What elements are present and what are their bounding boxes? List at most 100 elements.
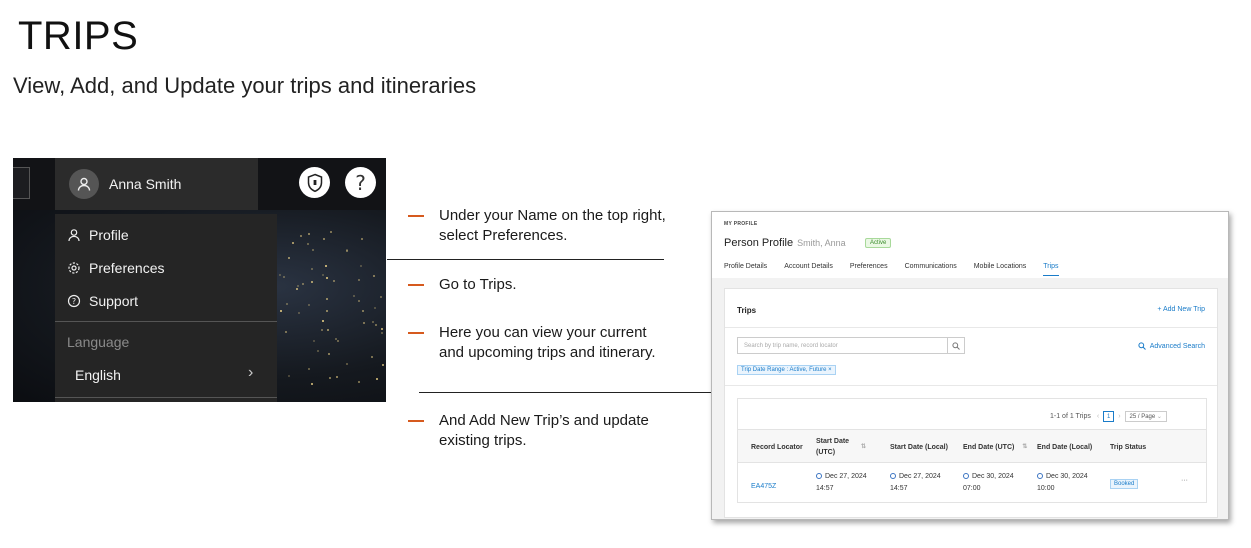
menu-item-profile[interactable]: Profile (67, 227, 129, 243)
prev-page-icon[interactable]: ‹ (1097, 413, 1099, 420)
trip-status-cell: Booked (1110, 478, 1139, 490)
city-light (285, 330, 288, 333)
city-light (380, 332, 383, 334)
step-text: Go to Trips. (439, 276, 517, 293)
start-utc-cell: Dec 27, 2024 14:57 (816, 471, 867, 495)
user-button[interactable]: Anna Smith (55, 158, 258, 210)
step-1: Under your Name on the top right, select… (408, 206, 668, 246)
cell-time: 14:57 (890, 485, 908, 492)
column-header-label: Start Date (UTC) (816, 438, 850, 456)
next-page-icon[interactable]: › (1118, 413, 1120, 420)
cell-date: Dec 27, 2024 (899, 473, 941, 480)
trips-screenshot: MY PROFILE Person Profile Smith, Anna Act… (711, 211, 1229, 520)
status-badge: Booked (1110, 479, 1139, 489)
record-locator-link[interactable]: EA475Z (751, 481, 776, 493)
menu-item-label: Profile (89, 227, 129, 243)
column-header[interactable]: End Date (UTC) ⇅ (963, 430, 1033, 464)
clock-icon (1037, 473, 1043, 479)
start-local-cell: Dec 27, 2024 14:57 (890, 471, 941, 495)
column-header[interactable]: Record Locator (751, 430, 811, 464)
pagination: 1-1 of 1 Trips ‹ 1 › 25 / Page ⌄ (1050, 411, 1167, 422)
step-text: Under your Name on the top right, select… (439, 207, 666, 244)
end-local-cell: Dec 30, 2024 10:00 (1037, 471, 1088, 495)
city-light (381, 364, 384, 367)
city-light (357, 300, 360, 303)
city-light (362, 321, 365, 324)
search-box-edge[interactable] (13, 167, 30, 199)
step-3: Here you can view your current and upcom… (408, 323, 668, 363)
city-light (374, 323, 377, 326)
city-light (326, 309, 329, 312)
column-header[interactable]: Start Date (UTC) ⇅ (816, 430, 866, 464)
dash-marker (408, 284, 424, 286)
step-2: Go to Trips. (408, 275, 668, 295)
more-actions-icon[interactable]: ··· (1181, 475, 1188, 487)
step-text: Here you can view your current and upcom… (439, 324, 656, 361)
sort-icon[interactable]: ⇅ (861, 442, 866, 453)
city-light (325, 277, 328, 280)
language-select[interactable]: English (75, 367, 121, 383)
city-light (329, 231, 332, 234)
city-light (322, 274, 325, 277)
menu-item-preferences[interactable]: Preferences (67, 260, 164, 276)
trips-card: Trips + Add New Trip Search by trip name… (724, 288, 1218, 518)
section-label: MY PROFILE (724, 221, 758, 227)
city-light (380, 327, 383, 330)
menu-divider (55, 321, 277, 322)
trips-table: 1-1 of 1 Trips ‹ 1 › 25 / Page ⌄ Record … (737, 398, 1207, 503)
trip-search-input[interactable]: Search by trip name, record locator (737, 337, 965, 354)
chevron-down-icon: ⌄ (1156, 414, 1162, 420)
city-light (333, 279, 336, 282)
city-light (362, 309, 365, 312)
city-light (310, 383, 313, 386)
per-page-value: 25 / Page (1129, 414, 1156, 420)
sort-icon[interactable]: ⇅ (1022, 442, 1027, 453)
city-light (297, 285, 300, 288)
search-icon[interactable] (947, 338, 964, 353)
tab-account-details[interactable]: Account Details (784, 263, 833, 276)
city-light (328, 353, 331, 355)
column-header[interactable]: Trip Status (1110, 430, 1170, 464)
city-light (371, 356, 374, 359)
advanced-search-label: Advanced Search (1149, 342, 1205, 350)
step-text: And Add New Trip’s and update existing t… (439, 412, 649, 449)
city-light (334, 337, 337, 340)
city-light (295, 288, 298, 291)
cell-time: 07:00 (963, 485, 981, 492)
shield-icon[interactable] (299, 167, 330, 198)
city-light (301, 283, 304, 285)
column-header[interactable]: Start Date (Local) (890, 430, 960, 464)
tab-preferences[interactable]: Preferences (850, 263, 888, 276)
city-light (353, 295, 356, 297)
filter-chip[interactable]: Trip Date Range : Active, Future × (737, 365, 836, 375)
page-number[interactable]: 1 (1103, 411, 1115, 422)
help-icon[interactable]: ? (345, 167, 376, 198)
city-light (371, 321, 374, 324)
tab-profile-details[interactable]: Profile Details (724, 263, 767, 276)
page-subtitle: View, Add, and Update your trips and iti… (13, 73, 477, 98)
column-header[interactable]: End Date (Local) (1037, 430, 1107, 464)
add-new-trip-link[interactable]: + Add New Trip (1157, 306, 1205, 313)
person-name: Smith, Anna (797, 238, 846, 248)
advanced-search-link[interactable]: Advanced Search (1138, 342, 1205, 350)
city-light (308, 367, 311, 370)
city-light (311, 248, 314, 251)
city-light (345, 363, 348, 366)
tab-communications[interactable]: Communications (905, 263, 957, 276)
city-light (336, 340, 339, 343)
language-label: Language (67, 334, 130, 350)
search-placeholder: Search by trip name, record locator (744, 342, 838, 349)
tab-mobile-locations[interactable]: Mobile Locations (974, 263, 1027, 276)
city-light (336, 375, 339, 378)
city-light (286, 302, 289, 305)
chevron-right-icon: › (248, 364, 254, 381)
cell-date: Dec 30, 2024 (972, 473, 1014, 480)
city-light (327, 328, 330, 331)
city-light (283, 276, 286, 279)
city-light (323, 237, 326, 240)
city-light (345, 250, 348, 253)
per-page-select[interactable]: 25 / Page ⌄ (1124, 411, 1167, 422)
tab-trips[interactable]: Trips (1043, 263, 1059, 276)
clock-icon (963, 473, 969, 479)
menu-item-support[interactable]: ? Support (67, 293, 138, 309)
